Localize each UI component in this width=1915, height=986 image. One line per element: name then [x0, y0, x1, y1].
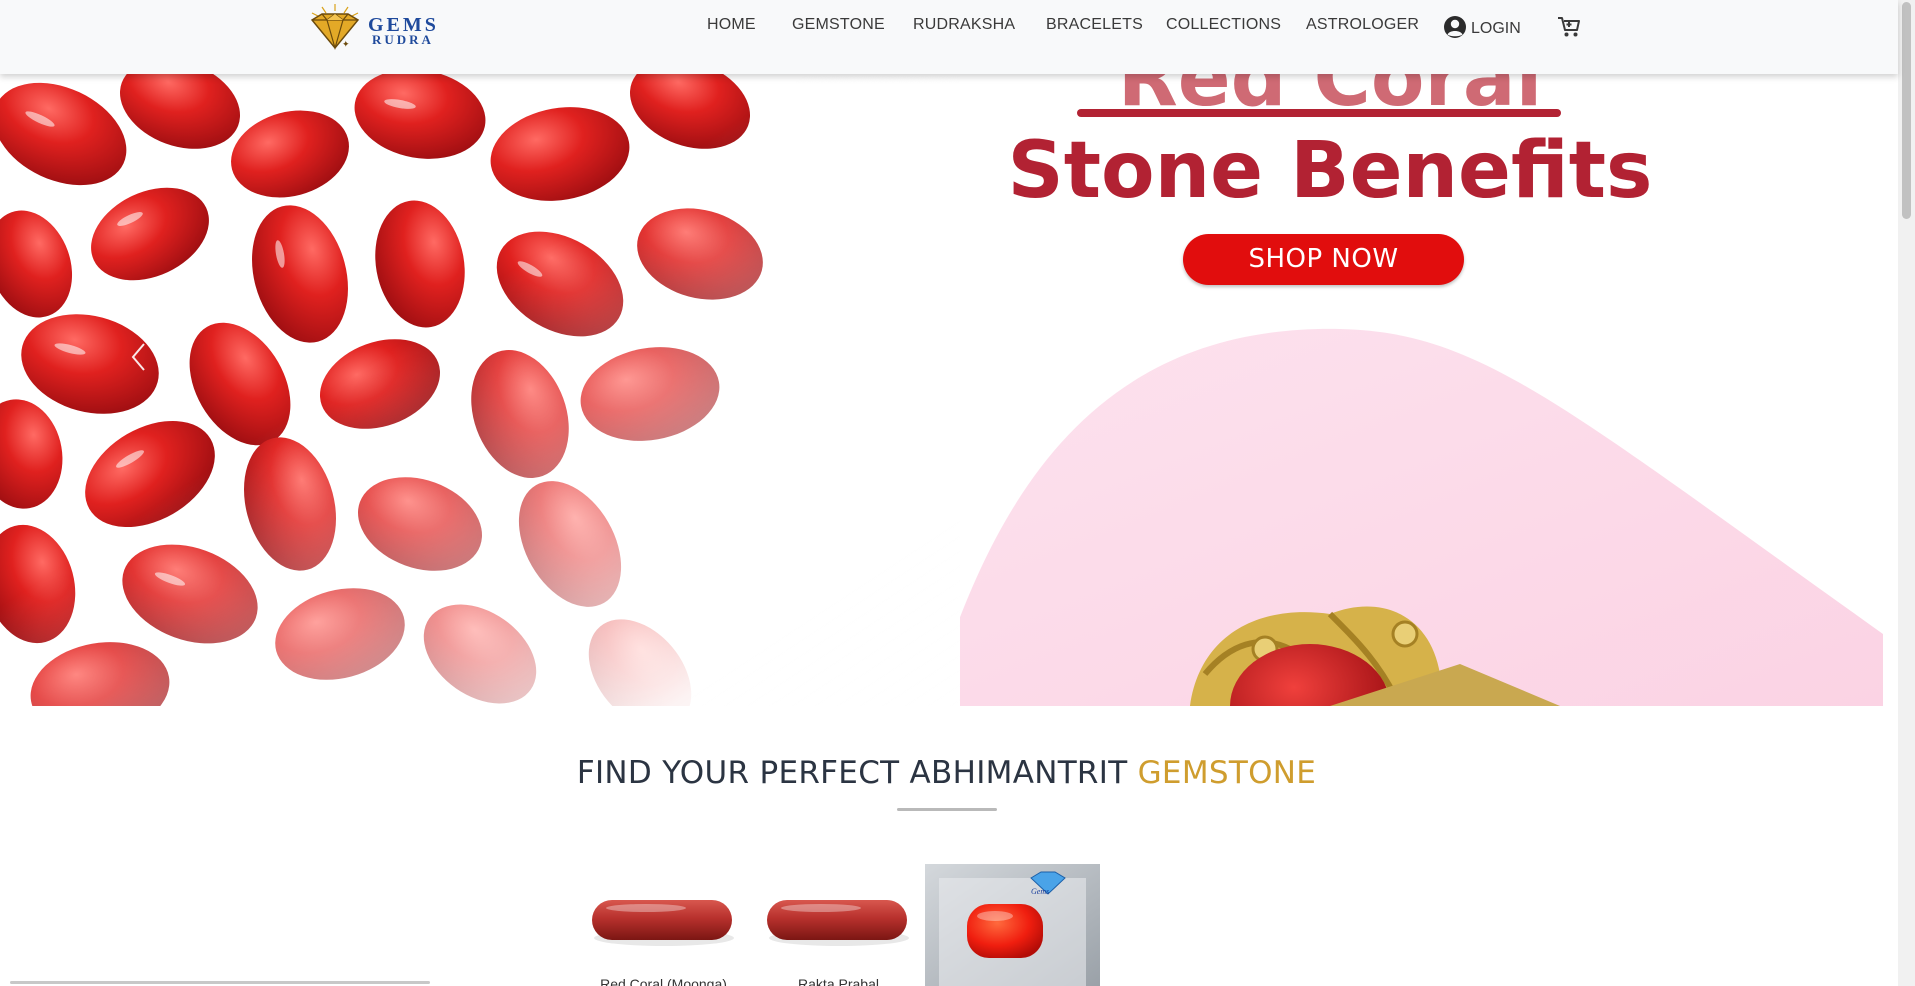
section-title-underline [897, 808, 997, 811]
cart-button[interactable] [1557, 16, 1581, 43]
product-card[interactable]: Red Coral (Moonga) [576, 864, 751, 986]
top-navbar: ✦ GEMS RUDRA HOME GEMSTONE RUDRAKSHA BRA… [0, 0, 1898, 74]
brand-line2: RUDRA [372, 32, 434, 47]
section-title-accent: GEMSTONE [1137, 755, 1317, 791]
vertical-scrollbar[interactable] [1898, 0, 1915, 986]
page: ✦ GEMS RUDRA HOME GEMSTONE RUDRAKSHA BRA… [0, 0, 1915, 986]
horizontal-scrollbar[interactable] [0, 980, 1898, 986]
hero-carousel: Red Coral Stone Benefits SHOP NOW [0, 74, 1883, 706]
section-title-main: FIND YOUR PERFECT ABHIMANTRIT [576, 755, 1138, 791]
diamond-logo-icon: ✦ [310, 4, 360, 51]
section-title: FIND YOUR PERFECT ABHIMANTRIT GEMSTONE [0, 755, 1893, 791]
horizontal-scrollbar-thumb[interactable] [10, 981, 430, 984]
user-circle-icon [1444, 16, 1466, 38]
shop-now-button[interactable]: SHOP NOW [1183, 234, 1464, 285]
chevron-left-icon [131, 343, 145, 371]
product-card[interactable]: Rakta Prabal [751, 864, 926, 986]
cart-icon [1558, 17, 1580, 37]
product-card[interactable]: Gems [925, 864, 1100, 986]
login-button[interactable]: LOGIN [1443, 15, 1521, 39]
hero-divider [1077, 109, 1561, 117]
nav-item-rudraksha[interactable]: RUDRAKSHA [913, 16, 1015, 34]
login-label: LOGIN [1471, 19, 1521, 37]
carousel-prev-button[interactable] [120, 332, 160, 382]
product-image [576, 864, 751, 976]
scrollbar-thumb[interactable] [1902, 2, 1911, 219]
svg-text:✦: ✦ [342, 39, 350, 49]
nav-item-collections[interactable]: COLLECTIONS [1166, 16, 1281, 34]
hero-title: Stone Benefits [1007, 126, 1653, 216]
brand-logo[interactable]: ✦ GEMS RUDRA [300, 2, 450, 52]
product-image: Gems [925, 864, 1100, 986]
svg-text:Gems: Gems [1031, 887, 1049, 896]
product-image [751, 864, 926, 976]
nav-item-home[interactable]: HOME [707, 16, 756, 34]
nav-item-bracelets[interactable]: BRACELETS [1046, 16, 1143, 34]
nav-item-gemstone[interactable]: GEMSTONE [792, 16, 885, 34]
nav-item-astrologer[interactable]: ASTROLOGER [1306, 16, 1419, 34]
